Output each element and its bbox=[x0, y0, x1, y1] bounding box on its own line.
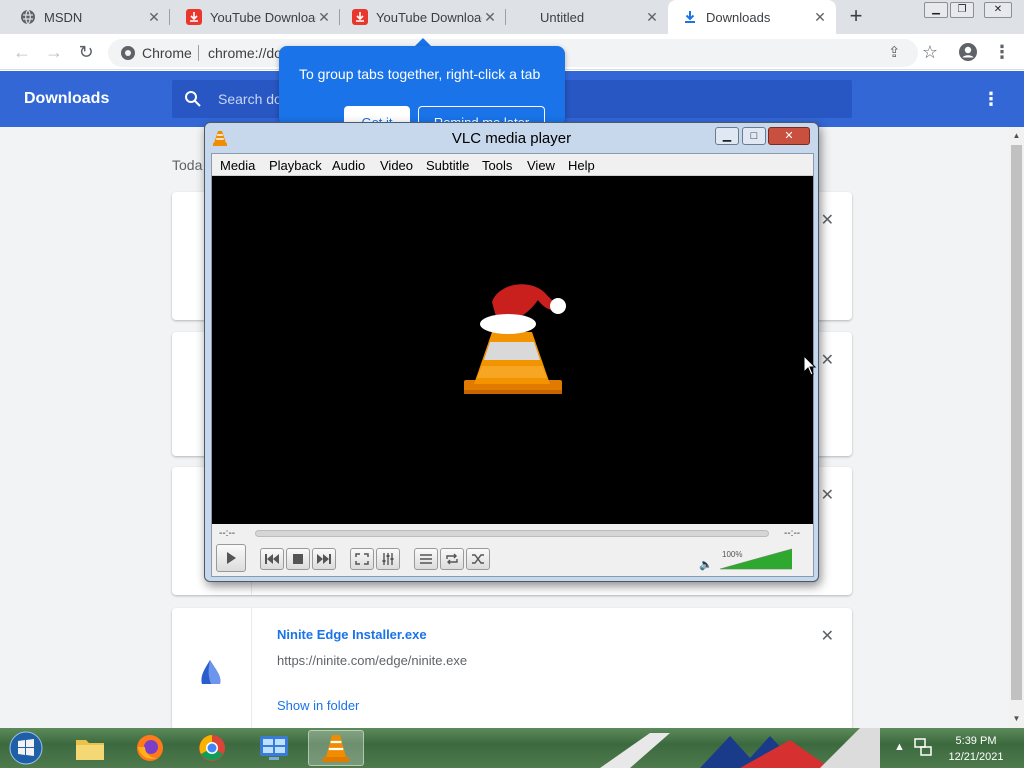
play-button[interactable] bbox=[216, 544, 246, 572]
tab-title: YouTube Download bbox=[376, 9, 482, 25]
downloads-menu-icon[interactable]: ⋮ bbox=[982, 89, 1000, 109]
start-button[interactable] bbox=[4, 730, 48, 766]
tab-close-icon[interactable]: ✕ bbox=[316, 9, 332, 25]
control-panel-taskbar-icon[interactable] bbox=[246, 730, 302, 766]
tab-close-icon[interactable]: ✕ bbox=[146, 9, 162, 25]
tab-downloads[interactable]: Downloads ✕ bbox=[668, 0, 836, 34]
new-tab-button[interactable]: + bbox=[844, 5, 868, 29]
remove-download-icon[interactable]: ✕ bbox=[821, 210, 834, 230]
vlc-video-area[interactable] bbox=[212, 176, 813, 524]
bookmark-star-icon[interactable]: ☆ bbox=[918, 40, 942, 64]
previous-button[interactable] bbox=[260, 548, 284, 570]
shuffle-button[interactable] bbox=[466, 548, 490, 570]
site-label: Chrome bbox=[142, 45, 192, 61]
tab-title: Downloads bbox=[706, 9, 771, 25]
youtube-downloader-icon bbox=[352, 9, 368, 25]
chrome-taskbar-icon[interactable] bbox=[184, 730, 240, 766]
tab-title: Untitled bbox=[540, 9, 585, 25]
search-icon bbox=[185, 91, 201, 107]
restore-button[interactable]: ❐ bbox=[950, 2, 974, 18]
wallpaper-decoration bbox=[600, 728, 880, 768]
tab-close-icon[interactable]: ✕ bbox=[812, 9, 828, 25]
vlc-menu-view[interactable]: View bbox=[527, 158, 555, 173]
remaining-time: --:-- bbox=[784, 528, 801, 539]
vlc-taskbar-icon[interactable] bbox=[308, 730, 364, 766]
forward-button[interactable]: → bbox=[42, 40, 66, 64]
vlc-menu-help[interactable]: Help bbox=[568, 158, 595, 173]
tab-title: YouTube Download bbox=[210, 9, 316, 25]
vlc-client-area: Media Playback Audio Video Subtitle Tool… bbox=[211, 153, 814, 577]
remove-download-icon[interactable]: ✕ bbox=[821, 485, 834, 505]
tab-youtube-download-2[interactable]: YouTube Download ✕ bbox=[340, 0, 506, 34]
clock-date: 12/21/2021 bbox=[948, 751, 1004, 763]
vlc-menu-subtitle[interactable]: Subtitle bbox=[426, 158, 469, 173]
show-hidden-icons-icon[interactable]: ▲ bbox=[894, 741, 905, 753]
reload-button[interactable]: ↻ bbox=[74, 40, 98, 64]
back-button[interactable]: ← bbox=[10, 40, 34, 64]
next-button[interactable] bbox=[312, 548, 336, 570]
share-icon[interactable]: ⇪ bbox=[888, 43, 901, 61]
globe-icon bbox=[20, 9, 36, 25]
speaker-icon[interactable]: 🔈 bbox=[699, 558, 713, 571]
extended-settings-button[interactable] bbox=[376, 548, 400, 570]
scroll-up-arrow-icon[interactable]: ▲ bbox=[1009, 129, 1024, 143]
tab-youtube-download-1[interactable]: YouTube Download ✕ bbox=[170, 0, 340, 34]
page-title: Downloads bbox=[24, 90, 110, 107]
vlc-menu-video[interactable]: Video bbox=[380, 158, 413, 173]
vlc-christmas-cone-logo bbox=[464, 284, 566, 394]
vlc-menu-tools[interactable]: Tools bbox=[482, 158, 512, 173]
omnibox-separator bbox=[198, 45, 199, 61]
fullscreen-button[interactable] bbox=[350, 548, 374, 570]
card-icon-area bbox=[172, 608, 252, 730]
seek-bar[interactable] bbox=[255, 530, 769, 537]
tab-msdn[interactable]: MSDN ✕ bbox=[0, 0, 170, 34]
vlc-menu-media[interactable]: Media bbox=[220, 158, 255, 173]
elapsed-time: --:-- bbox=[219, 528, 236, 539]
clock-time: 5:39 PM bbox=[955, 735, 997, 747]
vlc-menu-audio[interactable]: Audio bbox=[332, 158, 365, 173]
bubble-text: To group tabs together, right-click a ta… bbox=[299, 66, 541, 82]
vlc-maximize-button[interactable]: □ bbox=[742, 127, 766, 145]
tab-group-tip-bubble: To group tabs together, right-click a ta… bbox=[279, 46, 565, 126]
tab-title: MSDN bbox=[44, 9, 83, 25]
day-label: Toda bbox=[172, 157, 203, 173]
profile-avatar[interactable] bbox=[956, 40, 980, 64]
vlc-close-button[interactable]: ✕ bbox=[768, 127, 810, 145]
vlc-minimize-button[interactable]: ▁ bbox=[715, 127, 739, 145]
mouse-cursor-icon bbox=[803, 355, 817, 376]
vlc-window: VLC media player ▁ □ ✕ Media Playback Au… bbox=[204, 122, 819, 582]
scroll-down-arrow-icon[interactable]: ▼ bbox=[1009, 712, 1024, 726]
file-explorer-taskbar-icon[interactable] bbox=[62, 730, 118, 766]
tab-close-icon[interactable]: ✕ bbox=[644, 9, 660, 25]
scrollbar-thumb[interactable] bbox=[1011, 145, 1022, 700]
chrome-menu-icon[interactable]: ⋮ bbox=[990, 40, 1014, 64]
vlc-menu-bar: Media Playback Audio Video Subtitle Tool… bbox=[212, 154, 813, 176]
url-text: chrome://do bbox=[208, 45, 282, 61]
remove-download-icon[interactable]: ✕ bbox=[821, 626, 834, 646]
network-icon[interactable] bbox=[914, 738, 932, 756]
tab-strip: MSDN ✕ YouTube Download ✕ YouTube Downlo… bbox=[0, 0, 1024, 34]
loop-button[interactable] bbox=[440, 548, 464, 570]
close-window-button[interactable]: ✕ bbox=[984, 2, 1012, 18]
remove-download-icon[interactable]: ✕ bbox=[821, 350, 834, 370]
stop-button[interactable] bbox=[286, 548, 310, 570]
vlc-menu-playback[interactable]: Playback bbox=[269, 158, 322, 173]
tab-untitled[interactable]: Untitled ✕ bbox=[506, 0, 668, 34]
youtube-downloader-icon bbox=[186, 9, 202, 25]
volume-slider[interactable] bbox=[720, 548, 792, 570]
tab-close-icon[interactable]: ✕ bbox=[482, 9, 498, 25]
firefox-taskbar-icon[interactable] bbox=[122, 730, 178, 766]
ninite-file-icon bbox=[201, 660, 221, 684]
chrome-site-icon bbox=[121, 46, 135, 60]
download-card-ninite: Ninite Edge Installer.exe https://ninite… bbox=[172, 608, 852, 730]
minimize-button[interactable]: ▁ bbox=[924, 2, 948, 18]
show-in-folder-link[interactable]: Show in folder bbox=[277, 698, 359, 713]
download-icon bbox=[682, 9, 698, 25]
playlist-button[interactable] bbox=[414, 548, 438, 570]
vlc-title-bar[interactable]: VLC media player ▁ □ ✕ bbox=[205, 123, 818, 153]
file-name-link[interactable]: Ninite Edge Installer.exe bbox=[277, 627, 427, 642]
file-url: https://ninite.com/edge/ninite.exe bbox=[277, 653, 468, 668]
taskbar-clock[interactable]: 5:39 PM 12/21/2021 bbox=[936, 733, 1016, 765]
